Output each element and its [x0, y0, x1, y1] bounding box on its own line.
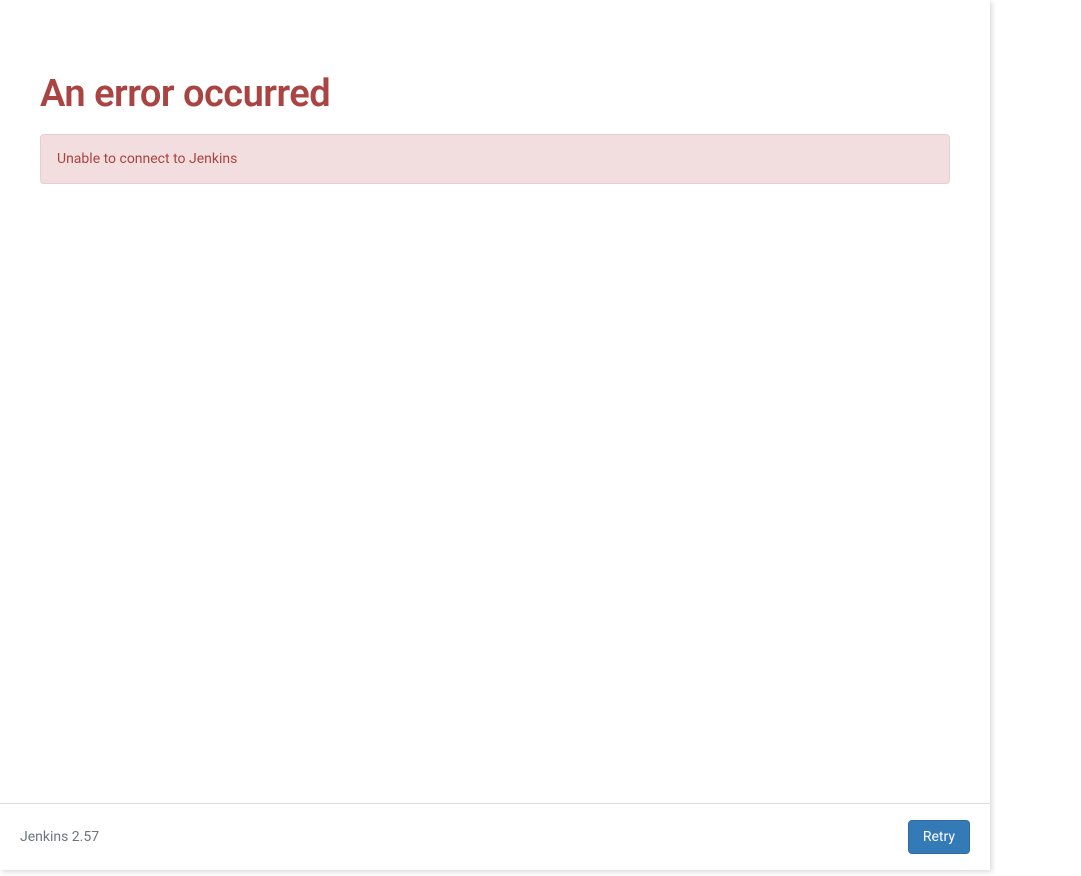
content-area: An error occurred Unable to connect to J…	[0, 0, 990, 803]
error-alert: Unable to connect to Jenkins	[40, 134, 950, 184]
error-message: Unable to connect to Jenkins	[57, 151, 237, 167]
footer: Jenkins 2.57 Retry	[0, 803, 990, 870]
page-title: An error occurred	[40, 72, 950, 116]
version-label: Jenkins 2.57	[20, 829, 99, 845]
main-container: An error occurred Unable to connect to J…	[0, 0, 990, 870]
retry-button[interactable]: Retry	[908, 820, 970, 854]
